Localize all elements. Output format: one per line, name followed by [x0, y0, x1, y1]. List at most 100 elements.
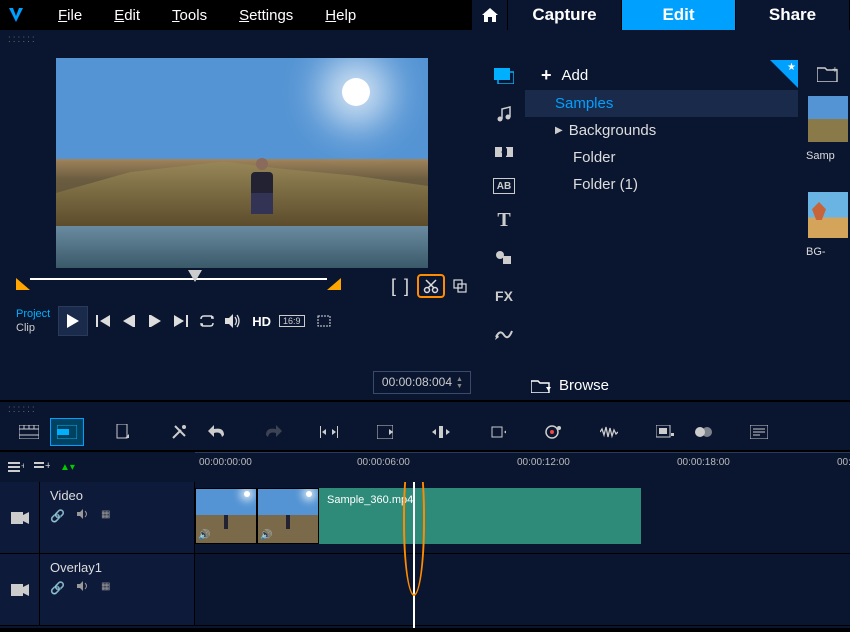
- preview-pane: [ ] Project Clip: [0, 58, 483, 400]
- svg-text:+: +: [21, 461, 24, 471]
- thumbnail-sample[interactable]: [808, 96, 848, 142]
- go-end-button[interactable]: [170, 310, 192, 332]
- menu-file[interactable]: File: [44, 3, 96, 28]
- aspect-badge[interactable]: 16:9: [279, 315, 305, 327]
- volume-button[interactable]: [222, 310, 244, 332]
- mute-icon[interactable]: [77, 581, 89, 595]
- graphics-icon[interactable]: [489, 246, 519, 270]
- project-mode-label[interactable]: Project: [16, 308, 50, 320]
- menu-settings[interactable]: Settings: [225, 3, 307, 28]
- step-forward-button[interactable]: [144, 310, 166, 332]
- add-folder-button[interactable]: + Add: [525, 60, 798, 90]
- browse-button[interactable]: Browse: [531, 377, 609, 394]
- tree-item-backgrounds[interactable]: ▶Backgrounds: [525, 117, 798, 144]
- thumbnail-bg[interactable]: [808, 192, 848, 238]
- home-tab[interactable]: [472, 0, 508, 30]
- timecode-field[interactable]: 00:00:08:004 ▲▼: [373, 371, 471, 394]
- menu-items: File Edit Tools Settings Help: [44, 3, 370, 28]
- copy-clip-button[interactable]: [453, 279, 467, 293]
- mute-icon[interactable]: [77, 509, 89, 523]
- expand-arrow-icon[interactable]: ▶: [555, 125, 563, 136]
- preview-video[interactable]: [56, 58, 428, 268]
- clip-label: Sample_360.mp4: [319, 488, 641, 544]
- tree-item-folder[interactable]: Folder: [525, 144, 798, 171]
- clip-mode-label[interactable]: Clip: [16, 322, 50, 334]
- redo-button[interactable]: [256, 418, 290, 446]
- path-icon[interactable]: [489, 322, 519, 346]
- fit-width-button[interactable]: [312, 418, 346, 446]
- titles-ab-icon[interactable]: AB: [493, 178, 515, 194]
- menu-edit[interactable]: Edit: [100, 3, 154, 28]
- library-tree: + Add Samples ▶Backgrounds Folder Folder…: [525, 58, 802, 400]
- loop-button[interactable]: [196, 310, 218, 332]
- menu-tools[interactable]: Tools: [158, 3, 221, 28]
- media-library-icon[interactable]: [489, 64, 519, 88]
- tree-item-folder-1[interactable]: Folder (1): [525, 171, 798, 198]
- tab-edit[interactable]: Edit: [622, 0, 736, 30]
- fullscreen-button[interactable]: [313, 310, 335, 332]
- titles-t-icon[interactable]: T: [489, 208, 519, 232]
- checker-icon[interactable]: ▦: [101, 581, 110, 595]
- tab-capture[interactable]: Capture: [508, 0, 622, 30]
- timeline-ruler[interactable]: 00:00:00:00 00:00:06:00 00:00:12:00 00:0…: [195, 452, 850, 482]
- track-list-button[interactable]: +: [8, 461, 24, 473]
- tab-share[interactable]: Share: [736, 0, 850, 30]
- effects-button[interactable]: [536, 418, 570, 446]
- new-folder-icon[interactable]: +: [813, 64, 843, 84]
- trim-playhead[interactable]: [188, 270, 202, 282]
- thumbnail-label: Samp: [806, 150, 850, 162]
- timeline-ruler-row: + + ▲▾ 00:00:00:00 00:00:06:00 00:00:12:…: [0, 452, 850, 482]
- timecode-spinner[interactable]: ▲▼: [456, 372, 468, 393]
- transitions-icon[interactable]: [489, 140, 519, 164]
- panel-grip-left[interactable]: ::::::: [0, 30, 483, 58]
- library-thumbnails: + Samp BG-: [802, 58, 850, 400]
- ruler-label: 00:00:06:00: [357, 457, 410, 468]
- audio-button[interactable]: [592, 418, 626, 446]
- fx-icon[interactable]: FX: [489, 284, 519, 308]
- record-button[interactable]: [106, 418, 140, 446]
- undo-button[interactable]: [200, 418, 234, 446]
- expand-button[interactable]: [424, 418, 458, 446]
- add-track-button[interactable]: +: [34, 461, 50, 473]
- chapter-button[interactable]: [648, 418, 682, 446]
- app-logo: [4, 3, 28, 27]
- camera-icon[interactable]: [0, 554, 40, 625]
- camera-icon[interactable]: [0, 482, 40, 553]
- track-body[interactable]: 🔊 🔊 Sample_360.mp4: [195, 482, 850, 553]
- trim-out-marker[interactable]: [327, 278, 341, 290]
- link-icon[interactable]: 🔗: [50, 509, 65, 523]
- top-tabs: Capture Edit Share: [472, 0, 850, 30]
- panel-grip-bottom[interactable]: ::::::: [0, 400, 850, 414]
- link-icon[interactable]: 🔗: [50, 581, 65, 595]
- tree-item-samples[interactable]: Samples: [525, 90, 798, 117]
- play-button[interactable]: [58, 306, 88, 336]
- mark-out-button[interactable]: ]: [404, 276, 409, 297]
- plus-icon: +: [541, 65, 552, 86]
- go-start-button[interactable]: [92, 310, 114, 332]
- track-body[interactable]: [195, 554, 850, 625]
- mark-in-button[interactable]: [: [391, 276, 396, 297]
- marker-button[interactable]: ▲▾: [60, 462, 75, 473]
- menu-help[interactable]: Help: [311, 3, 370, 28]
- track-motion-button[interactable]: [686, 418, 720, 446]
- timeline-view-button[interactable]: [50, 418, 84, 446]
- insert-button[interactable]: [480, 418, 514, 446]
- ruler-label: 00:00:00:00: [199, 457, 252, 468]
- storyboard-view-button[interactable]: [12, 418, 46, 446]
- track-overlay1: Overlay1 🔗 ▦: [0, 554, 850, 626]
- video-clip[interactable]: 🔊 🔊 Sample_360.mp4: [195, 488, 641, 544]
- timeline-tracks: Video 🔗 ▦ 🔊 🔊 Sample_360.mp4 Overlay1: [0, 482, 850, 628]
- checker-icon[interactable]: ▦: [101, 509, 110, 523]
- bookmark-icon[interactable]: [770, 60, 798, 88]
- subtitle-button[interactable]: [742, 418, 776, 446]
- svg-text:+: +: [45, 461, 50, 472]
- trim-in-marker[interactable]: [16, 278, 30, 290]
- library-category-bar: AB T FX: [483, 58, 525, 400]
- step-back-button[interactable]: [118, 310, 140, 332]
- trim-bar[interactable]: [ ]: [16, 276, 467, 296]
- split-clip-button[interactable]: [417, 274, 445, 298]
- hd-badge[interactable]: HD: [252, 314, 271, 329]
- tools-button[interactable]: [162, 418, 196, 446]
- music-icon[interactable]: [489, 102, 519, 126]
- ripple-button[interactable]: [368, 418, 402, 446]
